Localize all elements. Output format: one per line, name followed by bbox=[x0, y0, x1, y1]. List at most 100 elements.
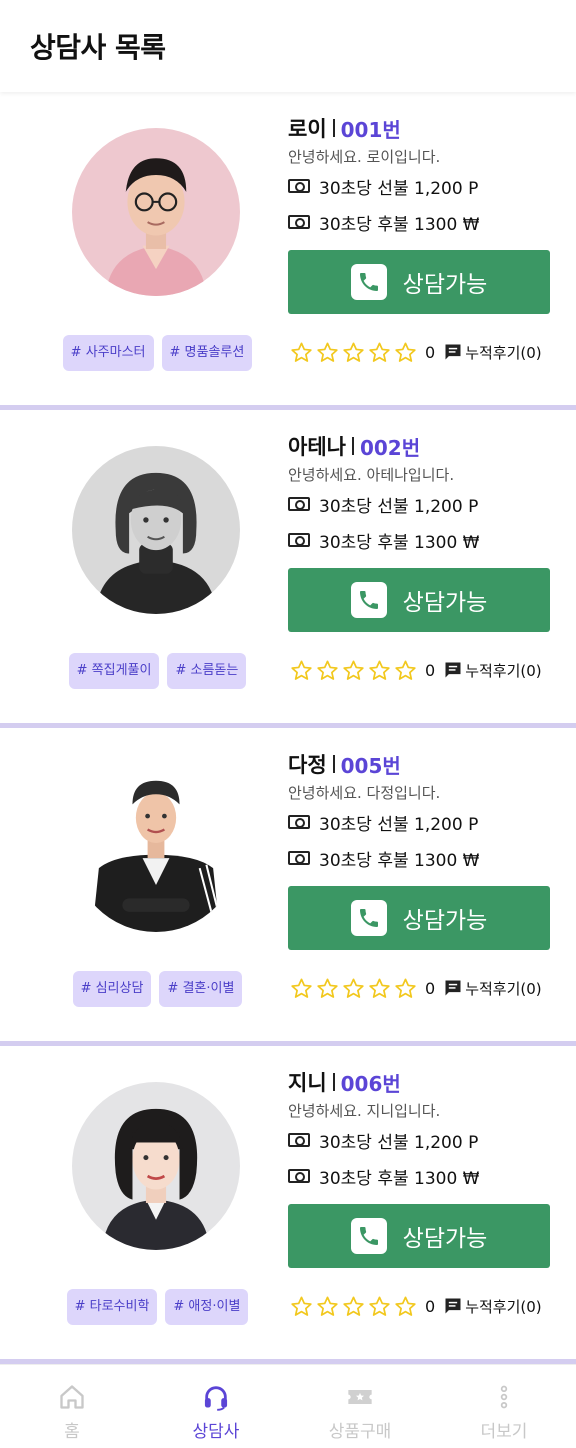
review-icon bbox=[445, 344, 461, 360]
call-button[interactable]: 상담가능 bbox=[288, 886, 550, 950]
call-button-label: 상담가능 bbox=[402, 908, 488, 934]
money-icon bbox=[288, 179, 310, 193]
bottom-tab-bar: 홈 상담사 상품구매 더보기 bbox=[0, 1364, 576, 1448]
money-icon bbox=[288, 1133, 310, 1147]
tab-shop-label: 상품구매 bbox=[328, 1422, 392, 1442]
greeting-text: 안녕하세요. 아테나입니다. bbox=[288, 466, 455, 484]
tab-counselors[interactable]: 상담사 bbox=[144, 1365, 288, 1448]
star-rating bbox=[290, 1295, 417, 1318]
star-rating bbox=[290, 659, 417, 682]
money-icon bbox=[288, 1169, 310, 1183]
rating-row: 0 누적후기(0) bbox=[288, 652, 550, 688]
tab-home[interactable]: 홈 bbox=[0, 1365, 144, 1448]
avatar[interactable] bbox=[72, 764, 240, 932]
call-button-label: 상담가능 bbox=[402, 272, 488, 298]
star-icon bbox=[395, 660, 416, 680]
star-rating bbox=[290, 341, 417, 364]
postpaid-price: 30초당 후불 1300 ₩ bbox=[319, 214, 480, 235]
money-icon bbox=[288, 815, 310, 829]
headset-icon bbox=[204, 1386, 228, 1411]
prepaid-price: 30초당 선불 1,200 P bbox=[319, 178, 479, 199]
review-count-link[interactable]: 누적후기(0) bbox=[465, 978, 541, 999]
counselor-number: 002번 bbox=[359, 435, 421, 460]
avatar[interactable] bbox=[72, 1082, 240, 1250]
tag[interactable]: # 명품솔루션 bbox=[161, 335, 253, 371]
prepaid-price: 30초당 선불 1,200 P bbox=[319, 814, 479, 835]
postpaid-price: 30초당 후불 1300 ₩ bbox=[319, 532, 480, 553]
tab-counselors-label: 상담사 bbox=[192, 1422, 240, 1442]
divider bbox=[332, 755, 335, 773]
star-icon bbox=[369, 978, 390, 998]
call-button[interactable]: 상담가능 bbox=[288, 250, 550, 314]
tag[interactable]: # 심리상담 bbox=[72, 971, 152, 1007]
counselor-card[interactable]: # 사주마스터 # 명품솔루션 로이 001번 안녕하세요. 로이입니다. 30… bbox=[0, 92, 576, 410]
call-button[interactable]: 상담가능 bbox=[288, 1204, 550, 1268]
tag[interactable]: # 쪽집게풀이 bbox=[68, 653, 160, 689]
counselor-number: 001번 bbox=[340, 117, 401, 142]
star-icon bbox=[291, 660, 312, 680]
tag[interactable]: # 소름돋는 bbox=[167, 653, 247, 689]
star-icon bbox=[291, 1296, 312, 1316]
call-button[interactable]: 상담가능 bbox=[288, 568, 550, 632]
counselor-name: 지니 bbox=[288, 1071, 327, 1095]
phone-icon bbox=[350, 900, 387, 936]
phone-icon bbox=[350, 582, 387, 618]
star-icon bbox=[291, 978, 312, 998]
counselor-name: 아테나 bbox=[288, 435, 346, 459]
star-rating bbox=[290, 977, 417, 1000]
counselor-name: 로이 bbox=[288, 117, 327, 141]
counselor-number: 005번 bbox=[340, 753, 401, 778]
tag[interactable]: # 사주마스터 bbox=[62, 335, 154, 371]
review-icon bbox=[445, 662, 461, 678]
review-icon bbox=[445, 980, 461, 996]
greeting-text: 안녕하세요. 로이입니다. bbox=[288, 148, 441, 166]
counselor-card[interactable]: # 심리상담 # 결혼·이별 다정 005번 안녕하세요. 다정입니다. 30초… bbox=[0, 728, 576, 1046]
tag[interactable]: # 애정·이별 bbox=[165, 1289, 249, 1325]
phone-icon bbox=[350, 1218, 387, 1254]
counselor-list: # 사주마스터 # 명품솔루션 로이 001번 안녕하세요. 로이입니다. 30… bbox=[0, 92, 576, 1364]
review-count-link[interactable]: 누적후기(0) bbox=[465, 342, 541, 363]
tab-more[interactable]: 더보기 bbox=[432, 1365, 576, 1448]
star-icon bbox=[343, 978, 364, 998]
star-icon bbox=[317, 660, 338, 680]
star-icon bbox=[291, 342, 312, 362]
star-icon bbox=[317, 1296, 338, 1316]
divider bbox=[332, 119, 335, 137]
rating-row: 0 누적후기(0) bbox=[288, 1288, 550, 1324]
star-icon bbox=[317, 978, 338, 998]
rating-row: 0 누적후기(0) bbox=[288, 334, 550, 370]
tag-list: # 쪽집게풀이 # 소름돋는 bbox=[0, 653, 315, 689]
star-icon bbox=[369, 660, 390, 680]
star-icon bbox=[343, 1296, 364, 1316]
tag[interactable]: # 타로수비학 bbox=[66, 1289, 158, 1325]
home-icon bbox=[60, 1385, 84, 1409]
prepaid-price: 30초당 선불 1,200 P bbox=[319, 496, 479, 517]
call-button-label: 상담가능 bbox=[402, 1226, 488, 1252]
divider bbox=[332, 1073, 335, 1091]
rating-row: 0 누적후기(0) bbox=[288, 970, 550, 1006]
rating-count: 0 bbox=[425, 660, 436, 680]
review-count-link[interactable]: 누적후기(0) bbox=[465, 660, 541, 681]
avatar[interactable] bbox=[72, 446, 240, 614]
greeting-text: 안녕하세요. 다정입니다. bbox=[288, 784, 441, 802]
tab-more-label: 더보기 bbox=[480, 1422, 528, 1442]
review-count-link[interactable]: 누적후기(0) bbox=[465, 1296, 541, 1317]
tab-shop[interactable]: 상품구매 bbox=[288, 1365, 432, 1448]
postpaid-price: 30초당 후불 1300 ₩ bbox=[319, 1168, 480, 1189]
tab-home-label: 홈 bbox=[64, 1422, 80, 1442]
money-icon bbox=[288, 497, 310, 511]
star-icon bbox=[369, 1296, 390, 1316]
counselor-card[interactable]: # 타로수비학 # 애정·이별 지니 006번 안녕하세요. 지니입니다. 30… bbox=[0, 1046, 576, 1364]
prepaid-price: 30초당 선불 1,200 P bbox=[319, 1132, 479, 1153]
money-icon bbox=[288, 851, 310, 865]
counselor-card[interactable]: # 쪽집게풀이 # 소름돋는 아테나 002번 안녕하세요. 아테나입니다. 3… bbox=[0, 410, 576, 728]
greeting-text: 안녕하세요. 지니입니다. bbox=[288, 1102, 441, 1120]
star-icon bbox=[395, 1296, 416, 1316]
money-icon bbox=[288, 215, 310, 229]
tag-list: # 심리상담 # 결혼·이별 bbox=[0, 971, 315, 1007]
star-icon bbox=[317, 342, 338, 362]
call-button-label: 상담가능 bbox=[402, 590, 488, 616]
divider bbox=[351, 437, 354, 455]
tag[interactable]: # 결혼·이별 bbox=[159, 971, 243, 1007]
avatar[interactable] bbox=[72, 128, 240, 296]
